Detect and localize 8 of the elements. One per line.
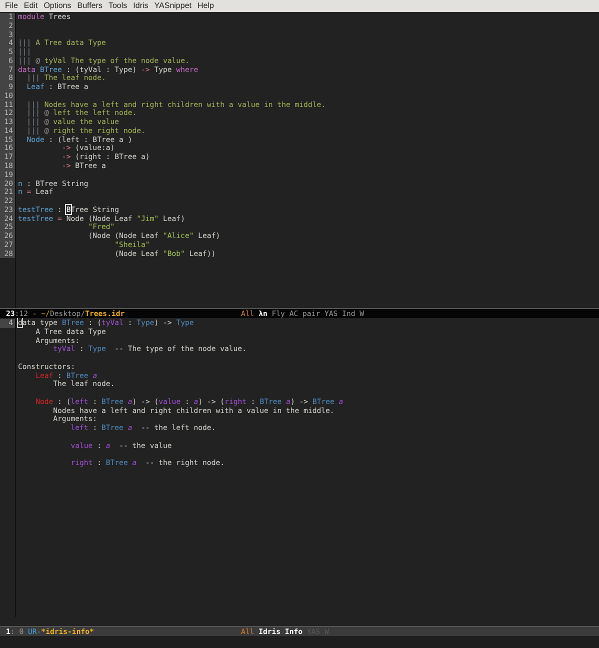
menu-item[interactable]: Options [40, 0, 74, 12]
menu-item[interactable]: Idris [130, 0, 152, 12]
menu-item[interactable]: Edit [20, 0, 41, 12]
menu-item[interactable]: File [2, 0, 21, 12]
menu-item[interactable]: Help [194, 0, 217, 12]
menu-item[interactable]: Buffers [74, 0, 106, 12]
menu-item[interactable]: Tools [105, 0, 130, 12]
menu-item[interactable]: YASnippet [151, 0, 194, 12]
